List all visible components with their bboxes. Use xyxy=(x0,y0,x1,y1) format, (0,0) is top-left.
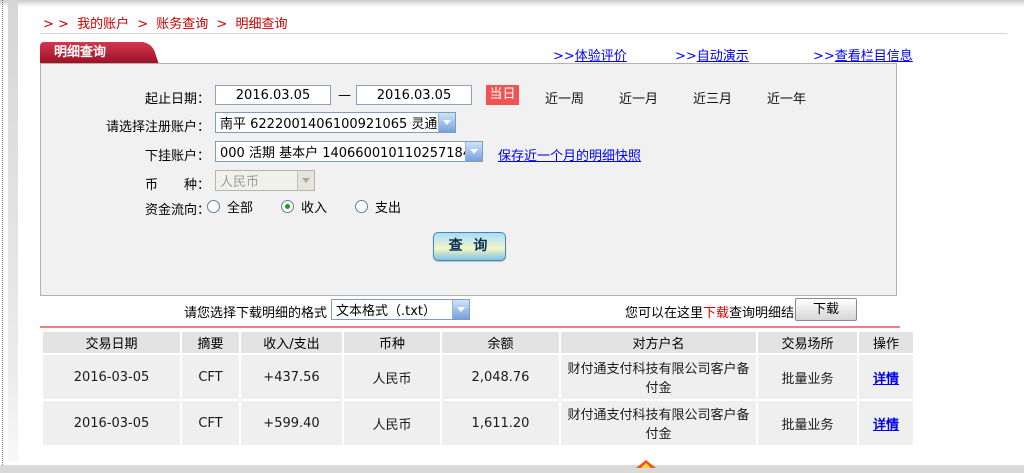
save-snapshot-link[interactable]: 保存近一个月的明细快照 xyxy=(498,145,641,164)
query-button[interactable]: 查 询 xyxy=(433,232,506,261)
breadcrumb-separator: > xyxy=(137,17,148,32)
fund-flow-radio-group: 全部 收入 支出 xyxy=(207,197,429,216)
detail-link[interactable]: 详情 xyxy=(873,418,899,433)
left-dotted-border xyxy=(2,0,3,473)
cell-date: 2016-03-05 xyxy=(43,401,180,445)
table-row: 2016-03-05 CFT +599.40 人民币 1,611.20 财付通支… xyxy=(43,401,913,445)
breadcrumb-my-account[interactable]: 我的账户 xyxy=(77,17,129,32)
tab-detail-query: 明细查询 xyxy=(40,42,144,63)
tab-title: 明细查询 xyxy=(40,42,144,63)
fund-flow-label: 资金流向： xyxy=(40,199,210,218)
download-hint: 您可以在这里下载查询明细结果 xyxy=(625,302,807,321)
download-format-value: 文本格式（.txt） xyxy=(332,300,452,319)
cell-currency: 人民币 xyxy=(344,401,440,445)
range-last-week[interactable]: 近一周 xyxy=(545,88,584,107)
breadcrumb: > > 我的账户 > 账务查询 > 明细查询 xyxy=(43,13,291,32)
sub-account-label: 下挂账户： xyxy=(40,145,210,164)
cell-balance: 1,611.20 xyxy=(442,401,559,445)
cell-date: 2016-03-05 xyxy=(43,355,180,399)
cell-amount: +437.56 xyxy=(241,355,342,399)
link-prefix: >> xyxy=(813,49,835,64)
range-last-month[interactable]: 近一月 xyxy=(619,88,658,107)
link-experience-review[interactable]: >>体验评价 xyxy=(553,45,627,64)
table-row: 2016-03-05 CFT +437.56 人民币 2,048.76 财付通支… xyxy=(43,355,913,399)
cell-summary: CFT xyxy=(182,401,239,445)
range-last-3-months[interactable]: 近三月 xyxy=(693,88,732,107)
cell-channel: 批量业务 xyxy=(758,401,857,445)
chevron-down-icon xyxy=(465,142,482,161)
cell-counterparty: 财付通支付科技有限公司客户备付金 xyxy=(561,355,756,399)
breadcrumb-account-query[interactable]: 账务查询 xyxy=(156,17,208,32)
date-to-input[interactable] xyxy=(356,85,472,105)
table-header-row: 交易日期 摘要 收入/支出 币种 余额 对方户名 交易场所 操作 xyxy=(43,332,913,353)
cell-channel: 批量业务 xyxy=(758,355,857,399)
today-button[interactable]: 当日 xyxy=(486,85,519,105)
cell-currency: 人民币 xyxy=(344,355,440,399)
cell-summary: CFT xyxy=(182,355,239,399)
left-edge-strip xyxy=(8,0,18,462)
col-header-summary: 摘要 xyxy=(182,332,239,353)
flow-radio-expense-label[interactable]: 支出 xyxy=(375,197,401,216)
col-header-counterparty: 对方户名 xyxy=(561,332,756,353)
breadcrumb-divider xyxy=(40,33,1007,34)
date-from-input[interactable] xyxy=(215,85,331,105)
download-hint-before: 您可以在这里 xyxy=(625,306,703,321)
chevron-down-icon xyxy=(297,171,314,190)
registered-account-value: 南平 6222001406100921065 灵通卡 xyxy=(216,113,438,132)
cell-action: 详情 xyxy=(859,355,913,399)
flow-radio-expense[interactable] xyxy=(355,200,368,213)
breadcrumb-prefix: > > xyxy=(43,17,69,32)
breadcrumb-separator: > xyxy=(216,17,227,32)
range-last-year[interactable]: 近一年 xyxy=(767,88,806,107)
cell-amount: +599.40 xyxy=(241,401,342,445)
link-prefix: >> xyxy=(553,49,575,64)
download-format-select[interactable]: 文本格式（.txt） xyxy=(331,299,470,320)
flow-radio-income[interactable] xyxy=(281,200,294,213)
download-button[interactable]: 下载 xyxy=(795,298,857,321)
currency-value: 人民币 xyxy=(216,171,297,190)
link-prefix: >> xyxy=(675,49,697,64)
flow-radio-all-label[interactable]: 全部 xyxy=(227,197,253,216)
registered-account-label: 请选择注册账户： xyxy=(40,116,210,135)
col-header-amount: 收入/支出 xyxy=(241,332,342,353)
col-header-balance: 余额 xyxy=(442,332,559,353)
cell-action: 详情 xyxy=(859,401,913,445)
bottom-edge-strip xyxy=(0,465,1024,473)
flow-radio-income-label[interactable]: 收入 xyxy=(301,197,327,216)
sub-account-value: 000 活期 基本户 1406600101102571848 xyxy=(216,142,465,161)
link-view-column-info[interactable]: >>查看栏目信息 xyxy=(813,45,913,64)
col-header-currency: 币种 xyxy=(344,332,440,353)
link-auto-demo[interactable]: >>自动演示 xyxy=(675,45,749,64)
currency-label: 币 种： xyxy=(40,174,210,193)
col-header-date: 交易日期 xyxy=(43,332,180,353)
download-hint-link[interactable]: 下载 xyxy=(703,306,729,321)
results-table: 交易日期 摘要 收入/支出 币种 余额 对方户名 交易场所 操作 2016-03… xyxy=(41,330,901,447)
breadcrumb-detail-query[interactable]: 明细查询 xyxy=(235,17,287,32)
chevron-down-icon xyxy=(438,113,455,132)
registered-account-select[interactable]: 南平 6222001406100921065 灵通卡 xyxy=(215,112,456,133)
download-format-label: 请您选择下载明细的格式 xyxy=(184,302,327,321)
chevron-down-icon xyxy=(452,300,469,319)
col-header-action: 操作 xyxy=(859,332,913,353)
section-divider xyxy=(40,326,900,328)
top-fade-border xyxy=(0,0,1024,7)
bottom-logo-icon xyxy=(641,463,651,468)
detail-link[interactable]: 详情 xyxy=(873,372,899,387)
currency-select: 人民币 xyxy=(215,170,315,191)
date-dash: — xyxy=(338,88,351,103)
sub-account-select[interactable]: 000 活期 基本户 1406600101102571848 xyxy=(215,141,483,162)
date-range-label: 起止日期： xyxy=(40,88,210,107)
detail-query-page: > > 我的账户 > 账务查询 > 明细查询 明细查询 >>体验评价 >>自动演… xyxy=(0,0,1024,473)
cell-counterparty: 财付通支付科技有限公司客户备付金 xyxy=(561,401,756,445)
flow-radio-all[interactable] xyxy=(207,200,220,213)
cell-balance: 2,048.76 xyxy=(442,355,559,399)
col-header-channel: 交易场所 xyxy=(758,332,857,353)
